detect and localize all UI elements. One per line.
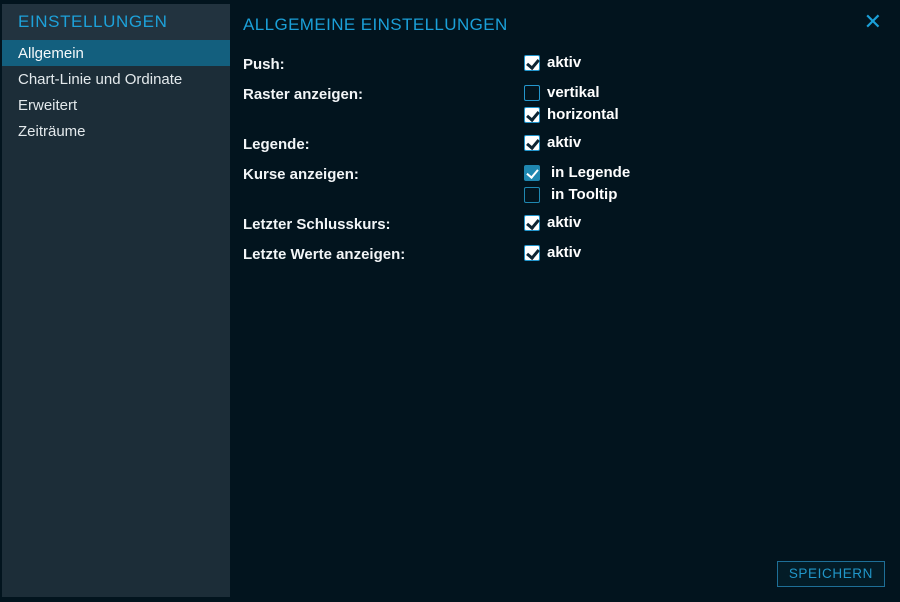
sidebar-item-label: Erweitert <box>18 97 77 114</box>
settings-sidebar: EINSTELLUNGEN Allgemein Chart-Linie und … <box>2 4 230 597</box>
checkbox-kurse-in-legende[interactable] <box>524 165 540 181</box>
checkbox-label: horizontal <box>547 107 619 123</box>
checkbox-kurse-in-tooltip[interactable] <box>524 187 540 203</box>
sidebar-title: EINSTELLUNGEN <box>18 12 168 32</box>
page-title: ALLGEMEINE EINSTELLUNGEN <box>243 14 884 36</box>
checkbox-raster-vertikal[interactable] <box>524 85 540 101</box>
sidebar-header: EINSTELLUNGEN <box>2 4 230 40</box>
sidebar-item-allgemein[interactable]: Allgemein <box>2 40 230 66</box>
form-row-kurse-anzeigen: Kurse anzeigen: in Legende in Tooltip <box>243 165 884 203</box>
checkbox-label: vertikal <box>547 85 600 101</box>
checkbox-label: aktiv <box>547 55 581 71</box>
sidebar-item-chart-linie-und-ordinate[interactable]: Chart-Linie und Ordinate <box>2 66 230 92</box>
checkbox-option-letzte-werte-aktiv[interactable]: aktiv <box>524 245 581 261</box>
sidebar-item-label: Allgemein <box>18 45 84 62</box>
checkbox-push-aktiv[interactable] <box>524 55 540 71</box>
form-row-legende: Legende: aktiv <box>243 135 884 153</box>
row-label: Raster anzeigen: <box>243 85 524 103</box>
checkbox-letzte-werte-aktiv[interactable] <box>524 245 540 261</box>
checkbox-option-raster-vertikal[interactable]: vertikal <box>524 85 619 101</box>
settings-panel: ALLGEMEINE EINSTELLUNGEN ✕ Push: aktiv R… <box>230 0 900 602</box>
row-label: Kurse anzeigen: <box>243 165 524 183</box>
sidebar-nav: Allgemein Chart-Linie und Ordinate Erwei… <box>2 40 230 144</box>
checkbox-raster-horizontal[interactable] <box>524 107 540 123</box>
row-label: Letzter Schlusskurs: <box>243 215 524 233</box>
checkbox-label: aktiv <box>547 135 581 151</box>
checkbox-label: aktiv <box>547 245 581 261</box>
sidebar-item-erweitert[interactable]: Erweitert <box>2 92 230 118</box>
checkbox-label: aktiv <box>547 215 581 231</box>
row-label: Letzte Werte anzeigen: <box>243 245 524 263</box>
checkbox-option-kurse-in-legende[interactable]: in Legende <box>524 165 630 181</box>
checkbox-option-raster-horizontal[interactable]: horizontal <box>524 107 619 123</box>
close-icon[interactable]: ✕ <box>864 11 882 33</box>
sidebar-item-zeitraeume[interactable]: Zeiträume <box>2 118 230 144</box>
form-row-letzter-schlusskurs: Letzter Schlusskurs: aktiv <box>243 215 884 233</box>
checkbox-legende-aktiv[interactable] <box>524 135 540 151</box>
checkbox-label: in Tooltip <box>551 187 617 203</box>
form-row-push: Push: aktiv <box>243 55 884 73</box>
form-row-raster-anzeigen: Raster anzeigen: vertikal horizontal <box>243 85 884 123</box>
checkbox-option-push-aktiv[interactable]: aktiv <box>524 55 581 71</box>
row-label: Legende: <box>243 135 524 153</box>
row-label: Push: <box>243 55 524 73</box>
checkbox-label: in Legende <box>551 165 630 181</box>
sidebar-item-label: Chart-Linie und Ordinate <box>18 71 182 88</box>
save-button[interactable]: SPEICHERN <box>777 561 885 587</box>
checkbox-option-kurse-in-tooltip[interactable]: in Tooltip <box>524 187 630 203</box>
checkbox-option-legende-aktiv[interactable]: aktiv <box>524 135 581 151</box>
settings-form: Push: aktiv Raster anzeigen: vertikal ho… <box>243 55 884 263</box>
checkbox-option-schlusskurs-aktiv[interactable]: aktiv <box>524 215 581 231</box>
checkbox-schlusskurs-aktiv[interactable] <box>524 215 540 231</box>
sidebar-item-label: Zeiträume <box>18 123 86 140</box>
form-row-letzte-werte-anzeigen: Letzte Werte anzeigen: aktiv <box>243 245 884 263</box>
